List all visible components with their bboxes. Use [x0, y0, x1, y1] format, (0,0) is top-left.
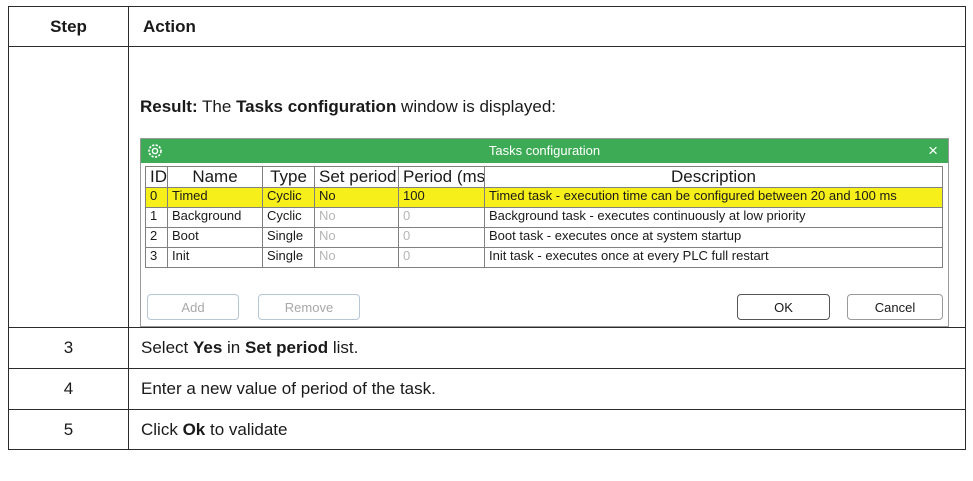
- cell-id: 3: [145, 247, 168, 268]
- cell-id: 0: [145, 187, 168, 208]
- step-number: 5: [8, 409, 129, 450]
- col-type[interactable]: Type: [262, 166, 315, 188]
- col-name[interactable]: Name: [167, 166, 263, 188]
- dialog-title: Tasks configuration: [488, 143, 601, 158]
- procedure-table: Step Action Result: The Tasks configurat…: [8, 6, 966, 450]
- cell-name: Boot: [167, 227, 263, 248]
- set-period-select: No: [314, 207, 399, 228]
- set-period-select[interactable]: No: [314, 187, 399, 208]
- period-input[interactable]: 100: [398, 187, 485, 208]
- period-input: 0: [398, 227, 485, 248]
- step-number: 3: [8, 327, 129, 369]
- cell-id: 2: [145, 227, 168, 248]
- cell-description: Boot task - executes once at system star…: [484, 227, 943, 248]
- cell-type: Single: [262, 247, 315, 268]
- action-text: list.: [328, 338, 359, 357]
- cell-type: Single: [262, 227, 315, 248]
- tasks-configuration-dialog: Tasks configuration × ID Name Type Set p…: [140, 138, 949, 327]
- result-text-1: The: [197, 97, 237, 116]
- remove-button[interactable]: Remove: [258, 294, 360, 320]
- result-row: Result: The Tasks configuration window i…: [8, 46, 966, 328]
- col-id[interactable]: ID: [145, 166, 168, 188]
- header-row: Step Action: [8, 6, 966, 47]
- action-text: Click: [141, 419, 183, 439]
- dialog-titlebar: Tasks configuration ×: [141, 139, 948, 163]
- action-text: to validate: [205, 419, 288, 439]
- table-row[interactable]: 3 Init Single No 0 Init task - executes …: [145, 247, 943, 268]
- step-row-5: 5 Click Ok to validate: [8, 409, 966, 450]
- action-text: Select: [141, 338, 193, 357]
- cell-description: Init task - executes once at every PLC f…: [484, 247, 943, 268]
- period-input: 0: [398, 247, 485, 268]
- col-period[interactable]: Period (ms): [398, 166, 485, 188]
- step-action: Select Yes in Set period list.: [128, 327, 966, 369]
- tasks-header-row: ID Name Type Set period Period (ms) Desc…: [145, 166, 943, 188]
- cell-description: Background task - executes continuously …: [484, 207, 943, 228]
- period-input: 0: [398, 207, 485, 228]
- tasks-table: ID Name Type Set period Period (ms) Desc…: [145, 166, 943, 268]
- cell-name: Init: [167, 247, 263, 268]
- action-text: in: [222, 338, 245, 357]
- cell-type: Cyclic: [262, 207, 315, 228]
- table-row[interactable]: 1 Background Cyclic No 0 Background task…: [145, 207, 943, 228]
- table-row[interactable]: 0 Timed Cyclic No 100 Timed task - execu…: [145, 187, 943, 208]
- action-header: Action: [128, 6, 966, 47]
- step-action: Click Ok to validate: [128, 409, 966, 450]
- result-text-2: window is displayed:: [396, 97, 557, 116]
- col-description[interactable]: Description: [484, 166, 943, 188]
- cell-name: Background: [167, 207, 263, 228]
- table-row[interactable]: 2 Boot Single No 0 Boot task - executes …: [145, 227, 943, 248]
- action-emph: Ok: [182, 419, 206, 439]
- cell-id: 1: [145, 207, 168, 228]
- cell-name: Timed: [167, 187, 263, 208]
- set-period-select: No: [314, 227, 399, 248]
- step-action: Enter a new value of period of the task.: [128, 368, 966, 410]
- ok-button[interactable]: OK: [737, 294, 830, 320]
- close-icon[interactable]: ×: [928, 141, 938, 161]
- step-row-4: 4 Enter a new value of period of the tas…: [8, 368, 966, 410]
- step-row-3: 3 Select Yes in Set period list.: [8, 327, 966, 369]
- action-emph: Set period: [244, 338, 329, 357]
- result-window-name: Tasks configuration: [236, 97, 397, 116]
- cancel-button[interactable]: Cancel: [847, 294, 943, 320]
- result-label: Result:: [140, 97, 198, 116]
- action-emph: Yes: [192, 338, 223, 357]
- step-number: 4: [8, 368, 129, 410]
- step-header: Step: [8, 6, 129, 47]
- cell-description: Timed task - execution time can be confi…: [484, 187, 943, 208]
- set-period-select: No: [314, 247, 399, 268]
- result-cell: Result: The Tasks configuration window i…: [128, 46, 966, 328]
- step-cell-empty: [8, 46, 129, 328]
- col-set-period[interactable]: Set period: [314, 166, 399, 188]
- cell-type: Cyclic: [262, 187, 315, 208]
- result-text: Result: The Tasks configuration window i…: [140, 97, 965, 117]
- add-button[interactable]: Add: [147, 294, 239, 320]
